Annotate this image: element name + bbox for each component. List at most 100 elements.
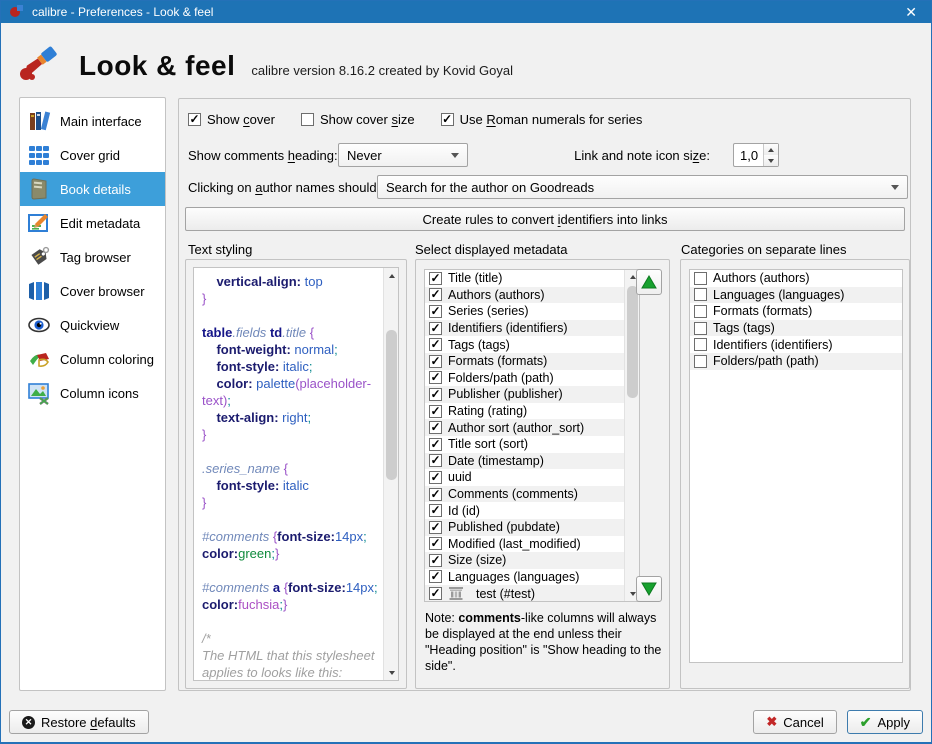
show-cover-checkbox[interactable]: ✓ Show cover: [188, 112, 275, 127]
move-up-button[interactable]: [636, 269, 662, 295]
spinner-down-button[interactable]: [764, 155, 778, 166]
show-cover-label: Show cover: [207, 112, 275, 127]
list-item-label: Title sort (sort): [448, 437, 529, 452]
apply-button[interactable]: ✔ Apply: [846, 710, 923, 734]
checkbox[interactable]: ✓: [429, 487, 442, 501]
content-panel: ✓ Show cover Show cover size ✓ Use Roman…: [178, 98, 911, 691]
metadata-row[interactable]: ✓ Size (size): [425, 552, 639, 569]
restore-defaults-button[interactable]: ✕ Restore defaults: [9, 710, 149, 734]
comments-heading-select[interactable]: Never: [338, 143, 468, 167]
close-icon[interactable]: ✕: [899, 5, 923, 19]
scroll-up-icon[interactable]: [384, 268, 398, 283]
css-code: vertical-align: top} table.fields td.tit…: [202, 274, 378, 680]
sidebar-item-cover-grid[interactable]: Cover grid: [20, 138, 165, 172]
metadata-row[interactable]: ✓ Id (id): [425, 502, 639, 519]
checkbox[interactable]: [694, 338, 707, 352]
metadata-row[interactable]: ✓ Author sort (author_sort): [425, 419, 639, 436]
checkbox[interactable]: ✓: [429, 520, 442, 534]
scroll-down-icon[interactable]: [384, 665, 398, 680]
metadata-row[interactable]: ✓ Folders/path (path): [425, 370, 639, 387]
checkbox[interactable]: ✓: [429, 338, 442, 352]
checkbox[interactable]: [694, 288, 707, 302]
sidebar-item-book-details[interactable]: Book details: [20, 172, 165, 206]
category-row[interactable]: Formats (formats): [690, 303, 902, 320]
create-rules-button[interactable]: Create rules to convert identifiers into…: [185, 207, 905, 231]
list-item-label: Tags (tags): [713, 321, 775, 336]
main-interface-icon: [27, 109, 51, 133]
categories-list[interactable]: Authors (authors) Languages (languages) Fo…: [689, 269, 903, 663]
sidebar: Main interface Cover grid Book details Edit…: [19, 97, 166, 691]
metadata-row[interactable]: ✓ test (#test): [425, 585, 639, 601]
category-row[interactable]: Authors (authors): [690, 270, 902, 287]
checkbox[interactable]: ✓: [429, 421, 442, 435]
checkbox[interactable]: ✓: [429, 404, 442, 418]
sidebar-item-tag-browser[interactable]: Tag browser: [20, 240, 165, 274]
checkbox[interactable]: ✓: [429, 454, 442, 468]
checkbox[interactable]: ✓: [429, 288, 442, 302]
metadata-row[interactable]: ✓ Rating (rating): [425, 403, 639, 420]
metadata-row[interactable]: ✓ Identifiers (identifiers): [425, 319, 639, 337]
checkbox[interactable]: [694, 271, 707, 285]
move-down-button[interactable]: [636, 576, 662, 602]
checkbox[interactable]: ✓: [429, 271, 442, 285]
checkbox[interactable]: ✓: [429, 437, 442, 451]
metadata-row[interactable]: ✓ uuid: [425, 469, 639, 486]
checkbox[interactable]: ✓: [429, 587, 442, 601]
metadata-row[interactable]: ✓ Modified (last_modified): [425, 536, 639, 553]
scrollbar-thumb[interactable]: [627, 286, 638, 398]
list-item-label: Authors (authors): [448, 287, 545, 302]
category-row[interactable]: Languages (languages): [690, 286, 902, 304]
checkbox[interactable]: ✓: [429, 553, 442, 567]
checkbox[interactable]: ✓: [429, 354, 442, 368]
roman-numerals-checkbox[interactable]: ✓ Use Roman numerals for series: [440, 112, 642, 127]
checkbox[interactable]: ✓: [429, 570, 442, 584]
metadata-list[interactable]: ✓ Title (title) ✓ Authors (authors) ✓ Series …: [424, 269, 640, 602]
app-icon: [9, 4, 24, 21]
category-row[interactable]: Folders/path (path): [690, 352, 902, 370]
metadata-row[interactable]: ✓ Series (series): [425, 303, 639, 320]
metadata-row[interactable]: ✓ Tags (tags): [425, 336, 639, 353]
sidebar-item-cover-browser[interactable]: Cover browser: [20, 274, 165, 308]
column-icons-icon: [27, 381, 51, 405]
checkbox[interactable]: ✓: [429, 304, 442, 318]
metadata-row[interactable]: ✓ Published (pubdate): [425, 518, 639, 536]
checkbox[interactable]: [694, 354, 707, 368]
spinner-up-button[interactable]: [764, 144, 778, 155]
checkbox[interactable]: ✓: [429, 504, 442, 518]
category-row[interactable]: Tags (tags): [690, 319, 902, 337]
checkbox[interactable]: ✓: [429, 387, 442, 401]
sidebar-item-quickview[interactable]: Quickview: [20, 308, 165, 342]
author-click-select[interactable]: Search for the author on Goodreads: [377, 175, 908, 199]
checkbox[interactable]: [694, 304, 707, 318]
metadata-row[interactable]: ✓ Title sort (sort): [425, 436, 639, 453]
sidebar-item-edit-metadata[interactable]: Edit metadata: [20, 206, 165, 240]
metadata-row[interactable]: ✓ Languages (languages): [425, 569, 639, 586]
icon-size-label: Link and note icon size:: [574, 148, 710, 163]
metadata-row[interactable]: ✓ Title (title): [425, 270, 639, 287]
show-cover-size-checkbox[interactable]: Show cover size: [300, 112, 415, 127]
metadata-row[interactable]: ✓ Formats (formats): [425, 352, 639, 370]
sidebar-item-column-coloring[interactable]: Column coloring: [20, 342, 165, 376]
metadata-row[interactable]: ✓ Date (timestamp): [425, 452, 639, 470]
checkbox[interactable]: ✓: [429, 371, 442, 385]
checkbox[interactable]: [694, 321, 707, 335]
sidebar-item-label: Quickview: [60, 317, 120, 333]
categories-box: Authors (authors) Languages (languages) Fo…: [680, 259, 910, 689]
list-scrollbar[interactable]: [624, 270, 639, 601]
css-editor[interactable]: vertical-align: top} table.fields td.tit…: [193, 267, 399, 681]
icon-size-spinner[interactable]: 1,0: [733, 143, 779, 167]
category-row[interactable]: Identifiers (identifiers): [690, 336, 902, 353]
cancel-button[interactable]: ✖ Cancel: [753, 710, 837, 734]
checkbox[interactable]: ✓: [429, 537, 442, 551]
editor-scrollbar[interactable]: [383, 268, 398, 680]
scrollbar-thumb[interactable]: [386, 330, 397, 480]
metadata-row[interactable]: ✓ Comments (comments): [425, 485, 639, 503]
checkbox[interactable]: ✓: [429, 470, 442, 484]
metadata-row[interactable]: ✓ Publisher (publisher): [425, 386, 639, 403]
sidebar-item-column-icons[interactable]: Column icons: [20, 376, 165, 410]
green-up-icon: [641, 275, 657, 289]
list-item-label: Comments (comments): [448, 487, 578, 502]
checkbox[interactable]: ✓: [429, 321, 442, 335]
metadata-row[interactable]: ✓ Authors (authors): [425, 286, 639, 304]
sidebar-item-main-interface[interactable]: Main interface: [20, 104, 165, 138]
